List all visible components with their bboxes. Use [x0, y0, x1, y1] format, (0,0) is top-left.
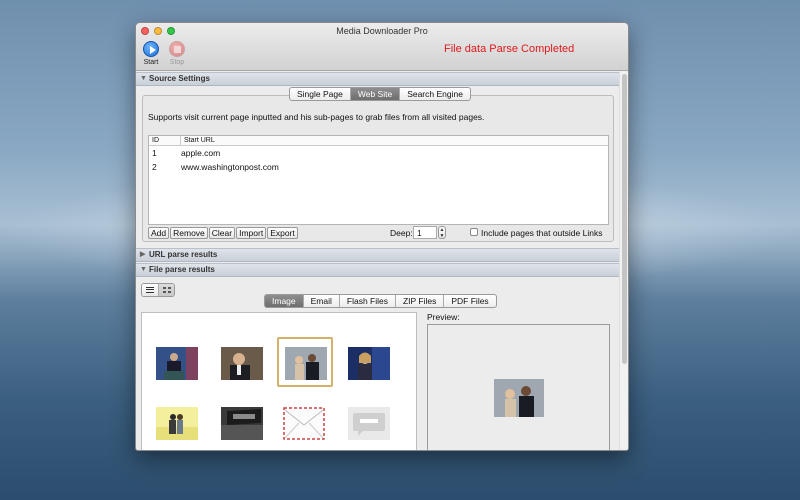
washington-post-logo-image	[221, 407, 263, 440]
column-header-id[interactable]: ID	[149, 136, 181, 145]
envelope-icon	[283, 407, 325, 440]
row-url: www.washingtonpost.com	[181, 162, 279, 172]
podium-speaker-image	[156, 347, 198, 380]
thumbnail-item[interactable]	[150, 399, 206, 449]
stop-icon	[169, 41, 185, 57]
include-outside-checkbox[interactable]	[470, 228, 478, 236]
thumbnail-item[interactable]	[150, 339, 206, 389]
preview-label: Preview:	[427, 312, 460, 322]
tab-web-site[interactable]: Web Site	[350, 88, 401, 100]
thumbnail-item[interactable]	[277, 399, 333, 449]
tab-flash-files[interactable]: Flash Files	[340, 295, 396, 307]
deep-input[interactable]: 1	[413, 226, 437, 239]
app-window: Media Downloader Pro Start Stop File dat…	[135, 22, 629, 451]
section-title: Source Settings	[149, 74, 210, 83]
start-button[interactable]: Start	[139, 41, 163, 66]
title-bar: Media Downloader Pro Start Stop File dat…	[136, 23, 628, 71]
remove-button[interactable]: Remove	[170, 227, 208, 239]
table-header: ID Start URL	[149, 136, 608, 146]
file-type-tabs: Image Email Flash Files ZIP Files PDF Fi…	[264, 294, 497, 308]
import-button[interactable]: Import	[236, 227, 267, 239]
scroll-thumb[interactable]	[622, 74, 627, 364]
deep-label: Deep:	[390, 228, 413, 238]
thumbnail-item[interactable]	[215, 339, 271, 389]
thumbnail-item[interactable]	[342, 339, 398, 389]
row-id: 1	[152, 148, 157, 158]
man-portrait-image	[221, 347, 263, 380]
grid-view-button[interactable]	[158, 284, 174, 296]
couple-photo-image	[285, 347, 327, 380]
view-mode-toggle	[141, 283, 175, 297]
row-id: 2	[152, 162, 157, 172]
preview-image	[494, 379, 544, 417]
play-icon	[143, 41, 159, 57]
status-message: File data Parse Completed	[444, 43, 575, 55]
section-title: File parse results	[149, 265, 215, 274]
column-header-start-url[interactable]: Start URL	[181, 136, 215, 145]
tab-image[interactable]: Image	[265, 295, 304, 307]
tab-single-page[interactable]: Single Page	[290, 88, 351, 100]
start-url-table[interactable]: ID Start URL 1 apple.com 2 www.washingto…	[148, 135, 609, 225]
file-parse-results-header[interactable]: ▼ File parse results	[136, 263, 620, 277]
url-actions: Add Remove Clear Import Export	[148, 227, 299, 239]
table-row[interactable]: 1 apple.com	[149, 146, 608, 160]
add-button[interactable]: Add	[148, 227, 170, 239]
list-view-button[interactable]	[142, 284, 158, 296]
tab-email[interactable]: Email	[304, 295, 340, 307]
url-parse-results-header[interactable]: ▶ URL parse results	[136, 248, 620, 262]
preview-panel	[427, 324, 610, 450]
couple-yellow-image	[156, 407, 198, 440]
source-tabs: Single Page Web Site Search Engine	[289, 87, 471, 101]
disclosure-down-icon: ▼	[140, 75, 147, 82]
woman-speaking-image	[348, 347, 390, 380]
export-button[interactable]: Export	[267, 227, 298, 239]
tab-search-engine[interactable]: Search Engine	[400, 88, 470, 100]
mode-description: Supports visit current page inputted and…	[148, 112, 485, 122]
image-thumbnail-grid[interactable]	[141, 312, 417, 450]
grid-icon	[163, 287, 171, 293]
section-title: URL parse results	[149, 250, 218, 259]
tab-zip-files[interactable]: ZIP Files	[396, 295, 445, 307]
main-scrollbar[interactable]	[619, 71, 628, 450]
start-label: Start	[143, 59, 159, 66]
op-ed-image	[348, 407, 390, 440]
disclosure-right-icon: ▶	[140, 251, 146, 258]
window-title: Media Downloader Pro	[336, 26, 428, 36]
stop-button[interactable]: Stop	[165, 41, 189, 66]
thumbnail-item-selected[interactable]	[277, 337, 333, 387]
table-row[interactable]: 2 www.washingtonpost.com	[149, 160, 608, 174]
deep-stepper[interactable]: ▲ ▼	[438, 226, 446, 239]
disclosure-down-icon: ▼	[140, 266, 147, 273]
row-url: apple.com	[181, 148, 221, 158]
stop-label: Stop	[169, 59, 185, 66]
thumbnail-item[interactable]	[215, 399, 271, 449]
clear-button[interactable]: Clear	[208, 227, 236, 239]
include-outside-label: Include pages that outside Links	[481, 228, 603, 238]
list-icon	[146, 287, 154, 293]
source-settings-header[interactable]: ▼ Source Settings	[136, 72, 620, 86]
thumbnail-item[interactable]	[342, 399, 398, 449]
tab-pdf-files[interactable]: PDF Files	[444, 295, 495, 307]
